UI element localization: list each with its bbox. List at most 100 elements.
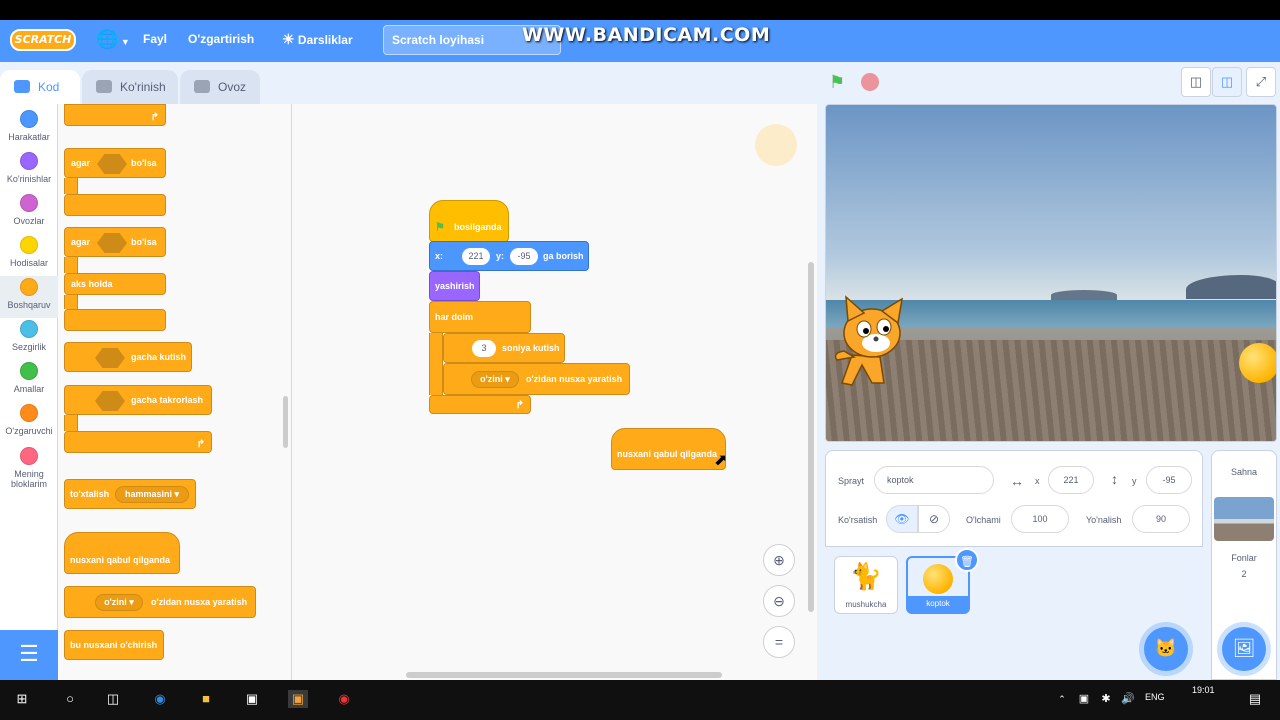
script-forever[interactable]: har doim: [429, 301, 531, 333]
category-control[interactable]: Boshqaruv: [0, 276, 58, 318]
fullscreen-button[interactable]: ⤢: [1246, 67, 1276, 97]
stop-button[interactable]: [861, 73, 879, 91]
hide-sprite-button[interactable]: ⊘: [918, 505, 950, 533]
clock[interactable]: 19:01: [1192, 685, 1215, 695]
palette-repeat-until[interactable]: gacha takrorlash: [64, 385, 212, 415]
tab-sounds[interactable]: Ovoz: [180, 70, 260, 104]
zoom-reset-button[interactable]: =: [763, 626, 795, 658]
zoom-out-button[interactable]: ⊖: [763, 585, 795, 617]
task-view-icon[interactable]: ◫: [103, 690, 123, 708]
y-position-input[interactable]: -95: [1146, 466, 1192, 494]
palette-scrollbar[interactable]: [283, 396, 288, 448]
clone-target-dropdown[interactable]: o'zini ▾: [95, 594, 143, 611]
script-create-clone[interactable]: o'zini ▾ o'zidan nusxa yaratish: [443, 363, 630, 395]
add-extension-button[interactable]: ☰: [0, 630, 58, 680]
then-label: bo'lsa: [131, 158, 157, 168]
script-goto-xy[interactable]: x: 221 y: -95 ga borish: [429, 241, 589, 271]
tab-code[interactable]: Kod: [0, 70, 80, 104]
control-dot-icon: [20, 278, 38, 296]
tab-sounds-label: Ovoz: [218, 80, 247, 94]
edge-browser-icon[interactable]: ◉: [150, 690, 170, 708]
notifications-icon[interactable]: ▤: [1245, 690, 1265, 708]
show-sprite-button[interactable]: 👁: [886, 505, 918, 533]
x-label: x:: [435, 251, 444, 261]
wifi-icon[interactable]: ✱: [1096, 690, 1116, 708]
globe-icon: 🌐: [96, 29, 119, 49]
chevron-down-icon: ▼: [118, 37, 130, 47]
menu-file[interactable]: Fayl: [143, 20, 167, 62]
workspace-scrollbar-horizontal[interactable]: [406, 672, 722, 678]
condition-slot[interactable]: [97, 154, 127, 174]
ball-sprite[interactable]: [1239, 343, 1276, 383]
code-icon: [14, 80, 30, 93]
show-hidden-icons-icon[interactable]: ⌃: [1052, 690, 1072, 708]
cat-sprite[interactable]: [832, 295, 918, 391]
size-label: O'lchami: [966, 515, 1001, 525]
normal-stage-button[interactable]: ◫: [1212, 67, 1242, 97]
dragged-when-clone-starts[interactable]: nusxani qabul qilganda: [611, 428, 726, 470]
backdrop-island: [1051, 290, 1117, 300]
condition-slot[interactable]: [95, 391, 125, 411]
small-stage-button[interactable]: ◫: [1181, 67, 1211, 97]
scratch-app-icon[interactable]: ▣: [288, 690, 308, 708]
search-icon[interactable]: ○: [60, 690, 80, 708]
category-my-blocks[interactable]: Mening bloklarim: [0, 447, 58, 493]
file-explorer-icon[interactable]: ■: [196, 690, 216, 708]
palette-when-clone-starts[interactable]: nusxani qabul qilganda: [64, 532, 180, 574]
condition-slot[interactable]: [97, 233, 127, 253]
clone-target-dropdown[interactable]: o'zini ▾: [471, 371, 519, 388]
x-position-input[interactable]: 221: [1048, 466, 1094, 494]
palette-cblock-end[interactable]: ↱: [64, 104, 166, 126]
palette-stop[interactable]: to'xtalish hammasini ▾: [64, 479, 196, 509]
palette-wait-until[interactable]: gacha kutish: [64, 342, 192, 372]
palette-cblock-end: [64, 309, 166, 331]
category-sound[interactable]: Ovozlar: [0, 194, 58, 234]
condition-slot[interactable]: [95, 348, 125, 368]
script-when-flag-clicked[interactable]: ⚑ bosilganda: [429, 200, 509, 242]
stop-option-dropdown[interactable]: hammasini ▾: [115, 486, 189, 503]
volume-icon[interactable]: 🔊: [1118, 690, 1138, 708]
menu-tutorials[interactable]: ☀ Darsliklar: [282, 20, 353, 62]
category-looks[interactable]: Ko'rinishlar: [0, 152, 58, 192]
bandicam-icon[interactable]: ◉: [334, 690, 354, 708]
category-sensing[interactable]: Sezgirlik: [0, 320, 58, 360]
store-icon[interactable]: ▣: [242, 690, 262, 708]
zoom-in-button[interactable]: ⊕: [763, 544, 795, 576]
network-icon[interactable]: ▣: [1074, 690, 1094, 708]
bandicam-watermark: WWW.BANDICAM.COM: [522, 24, 771, 46]
menu-edit[interactable]: O'zgartirish: [188, 20, 254, 62]
palette-cblock-end: ↱: [64, 431, 212, 453]
workspace-scrollbar-vertical[interactable]: [808, 262, 814, 612]
wait-seconds-input[interactable]: 3: [472, 340, 496, 357]
language-menu[interactable]: 🌐 ▼: [96, 20, 130, 62]
size-input[interactable]: 100: [1011, 505, 1069, 533]
palette-cblock-arm: [64, 415, 78, 431]
stage-canvas[interactable]: [825, 104, 1277, 442]
sprite-name-input[interactable]: koptok: [874, 466, 994, 494]
delete-sprite-button[interactable]: 🗑: [955, 548, 979, 572]
sprite-thumb-cat[interactable]: 🐈 mushukcha: [834, 556, 898, 614]
tab-costumes[interactable]: Ko'rinish: [82, 70, 178, 104]
windows-start-icon[interactable]: ⊞: [12, 690, 32, 708]
category-events[interactable]: Hodisalar: [0, 236, 58, 276]
palette-if-then[interactable]: agar bo'lsa: [64, 148, 166, 178]
green-flag-button[interactable]: ⚑: [829, 72, 845, 93]
category-motion[interactable]: Harakatlar: [0, 110, 58, 150]
backdrop-thumbnail[interactable]: [1214, 497, 1274, 541]
script-hide[interactable]: yashirish: [429, 271, 480, 301]
scratch-logo[interactable]: SCRATCH: [10, 29, 76, 51]
choose-backdrop-button[interactable]: 🖼: [1222, 627, 1266, 671]
direction-input[interactable]: 90: [1132, 505, 1190, 533]
language-indicator[interactable]: ENG: [1145, 692, 1165, 702]
palette-delete-clone[interactable]: bu nusxani o'chirish: [64, 630, 164, 660]
palette-create-clone[interactable]: o'zini ▾ o'zidan nusxa yaratish: [64, 586, 256, 618]
category-variables[interactable]: O'zgaruvchi: [0, 404, 58, 444]
palette-if-else[interactable]: agar bo'lsa: [64, 227, 166, 257]
x-value-input[interactable]: 221: [462, 248, 490, 265]
cat-add-icon: 🐱: [1154, 638, 1178, 658]
choose-sprite-button[interactable]: 🐱: [1144, 627, 1188, 671]
category-operators[interactable]: Amallar: [0, 362, 58, 402]
script-wait-seconds[interactable]: 3 soniya kutish: [443, 333, 565, 363]
y-value-input[interactable]: -95: [510, 248, 538, 265]
clone-hat-label: nusxani qabul qilganda: [617, 449, 718, 459]
